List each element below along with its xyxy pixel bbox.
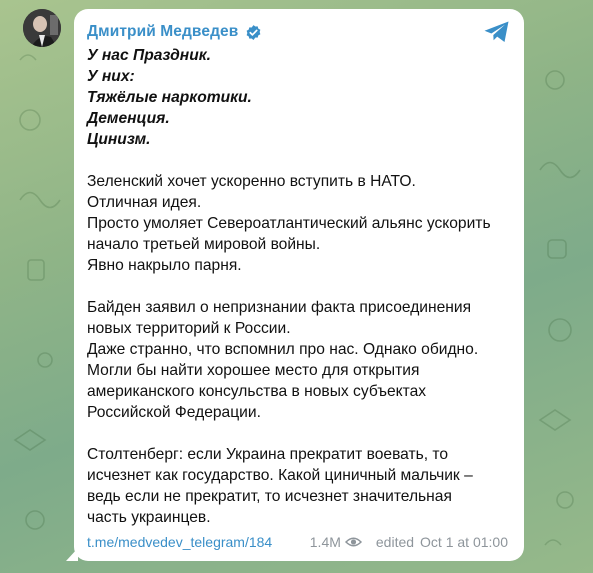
text-line: Российской Федерации. — [87, 404, 261, 421]
verified-badge-icon — [247, 24, 261, 40]
channel-header: Дмитрий Медведев — [87, 21, 508, 43]
text-line: Цинизм. — [87, 131, 151, 148]
text-line: Зеленский хочет ускоренно вступить в НАТ… — [87, 173, 416, 190]
view-count: 1.4M — [309, 534, 341, 550]
text-line: Столтенберг: если Украина прекратит воев… — [87, 446, 449, 463]
text-line: Байден заявил о непризнании факта присое… — [87, 299, 472, 316]
post-link[interactable]: t.me/medvedev_telegram/184 — [87, 534, 272, 550]
channel-avatar[interactable] — [23, 9, 61, 47]
eye-icon — [344, 537, 362, 547]
text-line: У них: — [87, 68, 135, 85]
timestamp: Oct 1 at 01:00 — [420, 534, 508, 550]
text-line: часть украинцев. — [87, 509, 211, 526]
text-line: Даже странно, что вспомнил про нас. Одна… — [87, 341, 479, 358]
message-bubble: Дмитрий Медведев У нас Праздник. У них: … — [74, 9, 524, 561]
text-line: Отличная идея. — [87, 194, 202, 211]
text-line: Деменция. — [87, 110, 170, 127]
text-line: Просто умоляет Североатлантический альян… — [87, 215, 491, 232]
text-line: новых территорий к России. — [87, 320, 291, 337]
text-line: Тяжёлые наркотики. — [87, 89, 252, 106]
channel-name[interactable]: Дмитрий Медведев — [87, 23, 238, 41]
text-line: американского консульства в новых субъек… — [87, 383, 427, 400]
avatar-photo — [23, 9, 61, 47]
message-footer: t.me/medvedev_telegram/184 1.4M edited O… — [87, 534, 508, 550]
text-line: Могли бы найти хорошее место для открыти… — [87, 362, 420, 379]
edited-label: edited — [375, 534, 415, 550]
text-line: У нас Праздник. — [87, 47, 211, 64]
message-text: У нас Праздник. У них: Тяжёлые наркотики… — [87, 45, 508, 528]
text-line: ведь если не прекратит, то исчезнет знач… — [87, 488, 452, 505]
message-meta: 1.4M edited Oct 1 at 01:00 — [310, 534, 508, 550]
text-line: Явно накрыло парня. — [87, 257, 242, 274]
text-line: исчезнет как государство. Какой циничный… — [87, 467, 473, 484]
text-line: начало третьей мировой войны. — [87, 236, 321, 253]
telegram-share-icon[interactable] — [483, 20, 511, 44]
